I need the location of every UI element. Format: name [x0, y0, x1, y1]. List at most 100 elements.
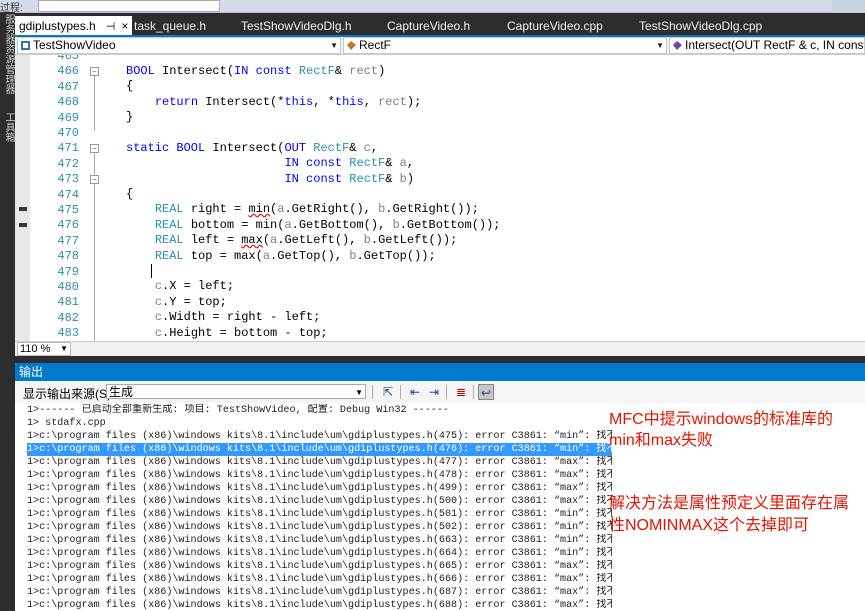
class-icon: [347, 39, 356, 50]
fold-line: [94, 153, 95, 175]
toolbar-separator: [372, 385, 373, 399]
annotation-text: MFC中提示windows的标准库的: [609, 411, 834, 428]
toolbar-separator: [400, 385, 401, 399]
line-number: 475: [57, 203, 79, 217]
code-line: IN const RectF& b): [284, 172, 415, 186]
project-dropdown[interactable]: TestShowVideo ▼: [17, 37, 341, 54]
chevron-down-icon: ▼: [355, 388, 363, 397]
output-line[interactable]: 1>c:\program files (x86)\windows kits\8.…: [27, 469, 612, 482]
line-number: 468: [57, 95, 79, 110]
toolbar-separator: [446, 385, 447, 399]
code-line: REAL right = min(a.GetRight(), b.GetRigh…: [154, 202, 479, 216]
tab-gdiplustypes-h[interactable]: gdiplustypes.h ⊣ ×: [15, 16, 133, 36]
line-number: 481: [57, 295, 79, 310]
fold-line: [94, 76, 95, 131]
tab-task-queue-h[interactable]: task_queue.h: [134, 16, 206, 36]
find-message-icon[interactable]: ⇱: [380, 384, 396, 400]
output-toolbar: 显示输出来源(S): 生成 ▼ ⇱ ⇤ ⇥ ≣ ↩: [15, 381, 865, 404]
navigation-bar: TestShowVideo ▼ RectF ▼ Intersect(OUT Rect…: [15, 37, 865, 55]
project-name: TestShowVideo: [33, 38, 116, 52]
line-number: 470: [57, 126, 79, 140]
code-line: IN const RectF& a,: [284, 156, 415, 170]
annotation-text: 性NOMINMAX这个去掉即可: [609, 517, 810, 534]
project-icon: [21, 39, 30, 50]
fold-toggle-icon[interactable]: −: [90, 144, 99, 153]
output-line[interactable]: 1>c:\program files (x86)\windows kits\8.…: [27, 547, 612, 560]
chevron-down-icon: ▼: [330, 41, 338, 50]
chevron-down-icon: ▼: [656, 41, 664, 50]
output-line[interactable]: 1> stdafx.cpp: [27, 417, 612, 430]
procedure-combo[interactable]: [38, 0, 220, 12]
toolbar-separator: [473, 385, 474, 399]
annotation-text: 解决方法是属性预定义里面存在属: [609, 495, 850, 512]
code-line: c.Width = right - left;: [154, 310, 321, 324]
line-number: 474: [57, 187, 79, 202]
zoom-value: 110 %: [20, 343, 51, 355]
chevron-down-icon: ▼: [60, 344, 68, 353]
toolbar-right-area: [832, 0, 865, 11]
line-number: 465: [57, 55, 79, 63]
go-to-previous-message-icon[interactable]: ⇤: [407, 384, 423, 400]
toolbox-tab[interactable]: 工具箱: [1, 112, 16, 142]
output-line[interactable]: 1>c:\program files (x86)\windows kits\8.…: [27, 456, 612, 469]
code-line: REAL top = max(a.GetTop(), b.GetTop());: [154, 249, 436, 263]
member-dropdown[interactable]: Intersect(OUT RectF & c, IN const R: [669, 37, 865, 54]
code-editor[interactable]: 465 466 467 468 469 470 471 472 473 474 475 476 477 4…: [15, 55, 865, 341]
tab-testshowvideodlg-cpp[interactable]: TestShowVideoDlg.cpp: [639, 16, 762, 36]
output-line[interactable]: 1>c:\program files (x86)\windows kits\8.…: [27, 521, 612, 534]
line-number: 472: [57, 156, 79, 171]
close-icon[interactable]: ×: [121, 19, 128, 33]
output-line[interactable]: 1>c:\program files (x86)\windows kits\8.…: [27, 430, 612, 443]
line-number: 473: [57, 172, 79, 187]
scope-dropdown[interactable]: RectF ▼: [343, 37, 667, 54]
output-line[interactable]: 1>c:\program files (x86)\windows kits\8.…: [27, 534, 612, 547]
annotation-text: min和max失败: [609, 432, 714, 449]
scope-name: RectF: [359, 38, 392, 52]
code-line: {: [126, 79, 134, 93]
tab-capturevideo-h[interactable]: CaptureVideo.h: [387, 16, 470, 36]
output-source-dropdown[interactable]: 生成 ▼: [106, 384, 366, 399]
member-name: Intersect(OUT RectF & c, IN const R: [685, 38, 865, 52]
output-line[interactable]: 1>c:\program files (x86)\windows kits\8.…: [27, 586, 612, 599]
tab-capturevideo-cpp[interactable]: CaptureVideo.cpp: [507, 16, 603, 36]
line-number: 471: [57, 141, 79, 156]
output-line[interactable]: 1>------ 已启动全部重新生成: 项目: TestShowVideo, 配…: [27, 404, 612, 417]
code-line: c.Height = bottom - top;: [154, 326, 328, 340]
change-marker: [19, 223, 27, 227]
output-line[interactable]: 1>c:\program files (x86)\windows kits\8.…: [27, 599, 612, 611]
fold-line: [94, 184, 95, 341]
output-source-value: 生成: [109, 385, 134, 399]
output-line[interactable]: 1>c:\program files (x86)\windows kits\8.…: [27, 495, 612, 508]
code-line: return Intersect(*this, *this, rect);: [154, 95, 422, 109]
output-line[interactable]: 1>c:\program files (x86)\windows kits\8.…: [27, 482, 612, 495]
line-number: 467: [57, 79, 79, 94]
server-explorer-tab[interactable]: 服务器资源管理器: [1, 14, 16, 94]
line-number: 476: [57, 218, 79, 233]
line-number: 466: [57, 64, 79, 79]
editor-status-bar: 110 % ▼: [15, 341, 865, 356]
tab-testshowvideodlg-h[interactable]: TestShowVideoDlg.h: [241, 16, 352, 36]
output-line[interactable]: 1>c:\program files (x86)\windows kits\8.…: [27, 508, 612, 521]
zoom-dropdown[interactable]: 110 % ▼: [17, 342, 71, 356]
code-line: }: [126, 110, 134, 124]
code-line: static BOOL Intersect(OUT RectF& c,: [126, 141, 379, 155]
output-line[interactable]: 1>c:\program files (x86)\windows kits\8.…: [27, 560, 612, 573]
line-number: 483: [57, 326, 79, 341]
go-to-next-message-icon[interactable]: ⇥: [426, 384, 442, 400]
fold-toggle-icon[interactable]: −: [90, 175, 99, 184]
method-icon: [673, 39, 682, 50]
output-line[interactable]: 1>c:\program files (x86)\windows kits\8.…: [27, 573, 612, 586]
indicator-margin: [15, 55, 30, 341]
fold-toggle-icon[interactable]: −: [90, 67, 99, 76]
toggle-word-wrap-icon[interactable]: ↩: [478, 384, 494, 400]
line-number: 482: [57, 310, 79, 325]
output-source-label: 显示输出来源(S):: [23, 387, 115, 401]
top-toolbar: 过程:: [0, 0, 865, 14]
line-number: 480: [57, 280, 79, 294]
output-line[interactable]: 1>c:\program files (x86)\windows kits\8.…: [27, 443, 612, 456]
clear-all-icon[interactable]: ≣: [453, 384, 469, 400]
text-caret: [151, 264, 152, 278]
line-number: 479: [57, 264, 79, 279]
pin-icon[interactable]: ⊣: [106, 21, 116, 33]
left-tool-strip: 服务器资源管理器 工具箱: [0, 12, 15, 611]
